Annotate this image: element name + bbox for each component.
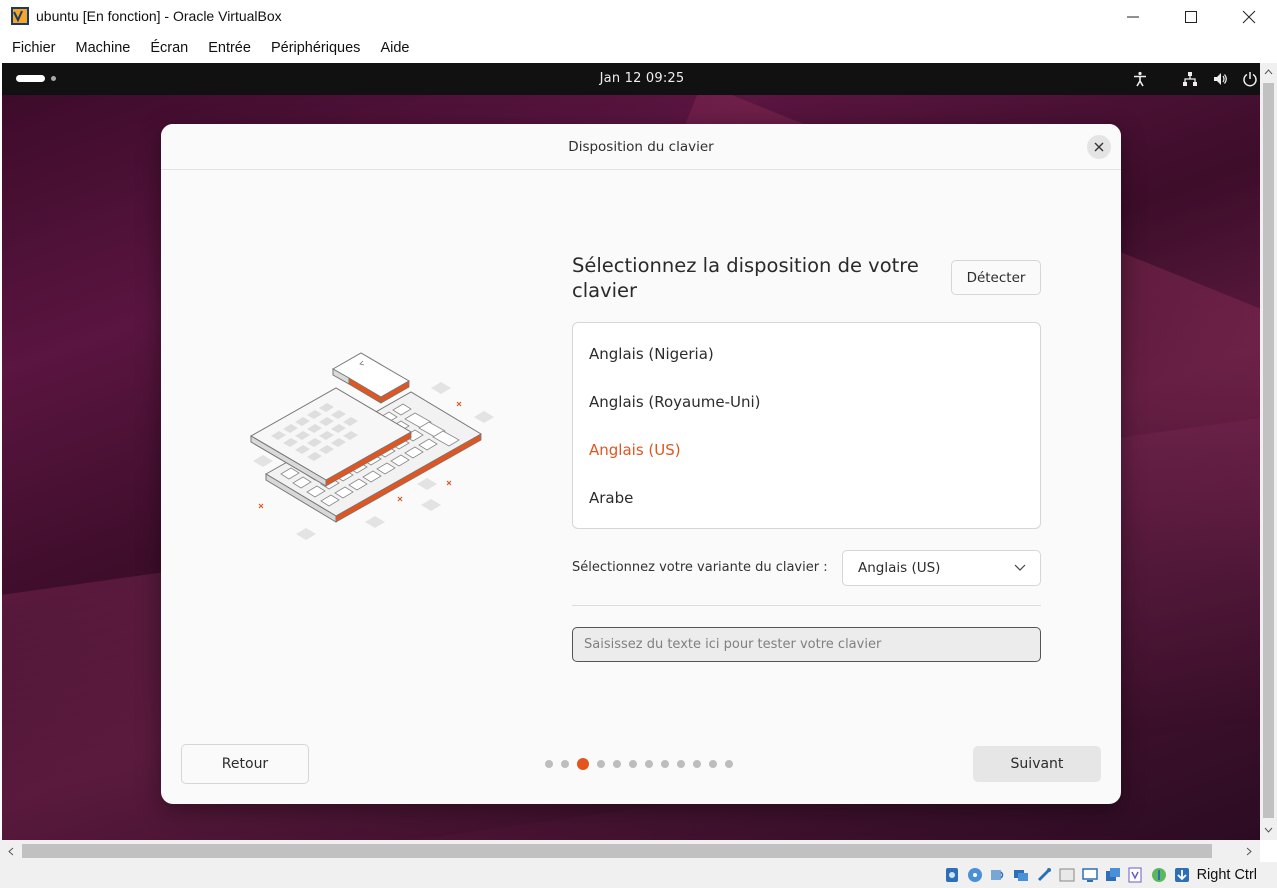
menu-bar: Fichier Machine Écran Entrée Périphériqu… xyxy=(0,33,1277,63)
volume-icon[interactable] xyxy=(1210,69,1230,89)
mouse-integration-icon[interactable] xyxy=(1149,865,1169,885)
chevron-left-icon xyxy=(8,847,14,855)
detect-button[interactable]: Détecter xyxy=(951,260,1041,295)
optical-drive-icon[interactable] xyxy=(965,865,985,885)
pager-dot xyxy=(725,760,733,768)
next-button[interactable]: Suivant xyxy=(973,746,1101,782)
layout-item-selected[interactable]: Anglais (US) xyxy=(573,426,1040,474)
pager-dot xyxy=(661,760,669,768)
pager-dot xyxy=(677,760,685,768)
horizontal-scroll-thumb[interactable] xyxy=(22,844,1212,858)
pager-dot xyxy=(613,760,621,768)
pager-dot xyxy=(545,760,553,768)
dialog-title: Disposition du clavier xyxy=(568,139,714,155)
dialog-close-button[interactable] xyxy=(1087,135,1111,159)
minimize-button[interactable] xyxy=(1104,0,1162,33)
virtualbox-status-bar: Right Ctrl xyxy=(0,862,1277,888)
dialog-heading: Sélectionnez la disposition de votre cla… xyxy=(572,254,919,302)
window-title-bar: ubuntu [En fonction] - Oracle VirtualBox xyxy=(0,0,1277,33)
menu-peripheriques[interactable]: Périphériques xyxy=(261,33,370,63)
maximize-button[interactable] xyxy=(1162,0,1220,33)
pager-dot xyxy=(693,760,701,768)
chevron-down-icon xyxy=(1264,827,1273,833)
vertical-scrollbar[interactable] xyxy=(1260,63,1277,840)
vm-display[interactable]: Jan 12 09:25 Disposition du clavier Séle… xyxy=(2,63,1260,840)
layout-item[interactable]: Anglais (Nigeria) xyxy=(573,330,1040,378)
pager-dot xyxy=(561,760,569,768)
gnome-top-bar: Jan 12 09:25 xyxy=(2,63,1260,95)
variant-selected-value: Anglais (US) xyxy=(858,560,941,576)
keyboard-layout-dialog: Disposition du clavier Sélectionnez la d… xyxy=(161,124,1121,804)
pager-dot xyxy=(709,760,717,768)
menu-entree[interactable]: Entrée xyxy=(198,33,261,63)
usb-icon[interactable] xyxy=(1034,865,1054,885)
shared-folder-icon[interactable] xyxy=(1057,865,1077,885)
menu-ecran[interactable]: Écran xyxy=(140,33,198,63)
keyboard-layout-list[interactable]: Anglais (Nigeria) Anglais (Royaume-Uni) … xyxy=(572,322,1041,529)
minimize-icon xyxy=(1127,16,1139,17)
dialog-header: Disposition du clavier xyxy=(161,124,1121,170)
host-key-label: Right Ctrl xyxy=(1196,867,1257,883)
keyboard-capture-icon[interactable] xyxy=(1172,865,1192,885)
menu-aide[interactable]: Aide xyxy=(370,33,419,63)
variant-label: Sélectionnez votre variante du clavier : xyxy=(572,560,828,575)
chevron-down-icon xyxy=(1014,564,1026,571)
system-tray[interactable] xyxy=(1130,69,1260,89)
power-icon[interactable] xyxy=(1240,69,1260,89)
scroll-up-button[interactable] xyxy=(1260,63,1277,80)
menu-fichier[interactable]: Fichier xyxy=(2,33,66,63)
accessibility-icon[interactable] xyxy=(1130,69,1150,89)
virtualization-icon[interactable] xyxy=(1126,865,1146,885)
video-capture-icon[interactable] xyxy=(1103,865,1123,885)
variant-dropdown[interactable]: Anglais (US) xyxy=(842,550,1041,586)
divider xyxy=(572,605,1041,606)
scroll-left-button[interactable] xyxy=(0,840,22,862)
window-title: ubuntu [En fonction] - Oracle VirtualBox xyxy=(36,8,282,24)
audio-icon[interactable] xyxy=(988,865,1008,885)
close-window-button[interactable] xyxy=(1220,0,1277,33)
menu-machine[interactable]: Machine xyxy=(66,33,141,63)
keyboard-test-input[interactable] xyxy=(572,627,1041,662)
layout-item[interactable]: Anglais (Royaume-Uni) xyxy=(573,378,1040,426)
layout-item[interactable]: Arabe xyxy=(573,474,1040,522)
virtualbox-icon xyxy=(11,7,29,25)
close-icon xyxy=(1094,142,1104,152)
close-icon xyxy=(1242,10,1256,23)
keyboard-illustration xyxy=(249,352,494,540)
pager-dot xyxy=(645,760,653,768)
chevron-up-icon xyxy=(1264,68,1273,74)
pager-dot xyxy=(629,760,637,768)
step-pager xyxy=(545,758,733,770)
display-icon[interactable] xyxy=(1080,865,1100,885)
chevron-right-icon xyxy=(1246,847,1252,855)
scroll-right-button[interactable] xyxy=(1238,840,1260,862)
network-adapter-icon[interactable] xyxy=(1011,865,1031,885)
network-icon[interactable] xyxy=(1180,69,1200,89)
hard-disk-icon[interactable] xyxy=(942,865,962,885)
pager-dot-active xyxy=(577,758,589,770)
maximize-icon xyxy=(1185,10,1197,23)
vertical-scroll-thumb[interactable] xyxy=(1263,83,1274,818)
back-button[interactable]: Retour xyxy=(181,744,309,784)
clock[interactable]: Jan 12 09:25 xyxy=(2,71,1260,86)
scroll-down-button[interactable] xyxy=(1260,821,1277,838)
horizontal-scrollbar[interactable] xyxy=(0,840,1260,862)
pager-dot xyxy=(597,760,605,768)
